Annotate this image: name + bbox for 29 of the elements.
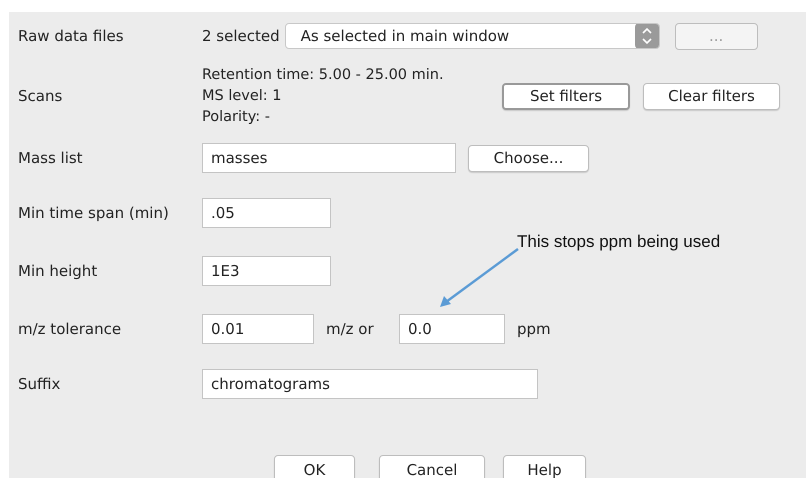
- selection-count: 2 selected: [202, 27, 280, 45]
- unit-label: ppm: [517, 320, 551, 338]
- files-dropdown[interactable]: As selected in main window: [284, 23, 660, 49]
- filter-button[interactable]: Set filters: [502, 82, 630, 110]
- filter-button[interactable]: Clear filters: [643, 82, 780, 110]
- field-label: Scans: [18, 87, 64, 105]
- stepper-icon: [634, 24, 659, 48]
- dialog-button[interactable]: Help: [503, 455, 586, 478]
- field-label: Min time span (min): [18, 204, 170, 222]
- min-height-field[interactable]: 1E3: [202, 256, 331, 286]
- choose-button[interactable]: Choose...: [468, 144, 589, 172]
- mz-tolerance-field[interactable]: 0.01: [202, 314, 314, 344]
- field-label: Mass list: [18, 149, 84, 167]
- filter-summary: MS level: 1: [202, 86, 283, 106]
- arrow-icon: [438, 247, 520, 309]
- annotation-text: This stops ppm being used: [517, 232, 720, 252]
- mass-list-field[interactable]: masses: [202, 143, 456, 173]
- field-label: Min height: [18, 262, 98, 280]
- dialog-button[interactable]: OK: [274, 455, 355, 478]
- filter-summary: Polarity: -: [202, 108, 271, 126]
- field-label: Raw data files: [18, 27, 125, 45]
- ppm-tolerance-field[interactable]: 0.0: [399, 314, 505, 344]
- dialog-button[interactable]: Cancel: [379, 455, 485, 478]
- field-label: m/z tolerance: [18, 320, 122, 338]
- suffix-field[interactable]: chromatograms: [202, 369, 538, 399]
- min-time-span-field[interactable]: .05: [202, 198, 331, 228]
- unit-label: m/z or: [326, 320, 375, 338]
- filter-summary: Retention time: 5.00 - 25.00 min.: [202, 66, 445, 84]
- field-label: Suffix: [18, 375, 62, 393]
